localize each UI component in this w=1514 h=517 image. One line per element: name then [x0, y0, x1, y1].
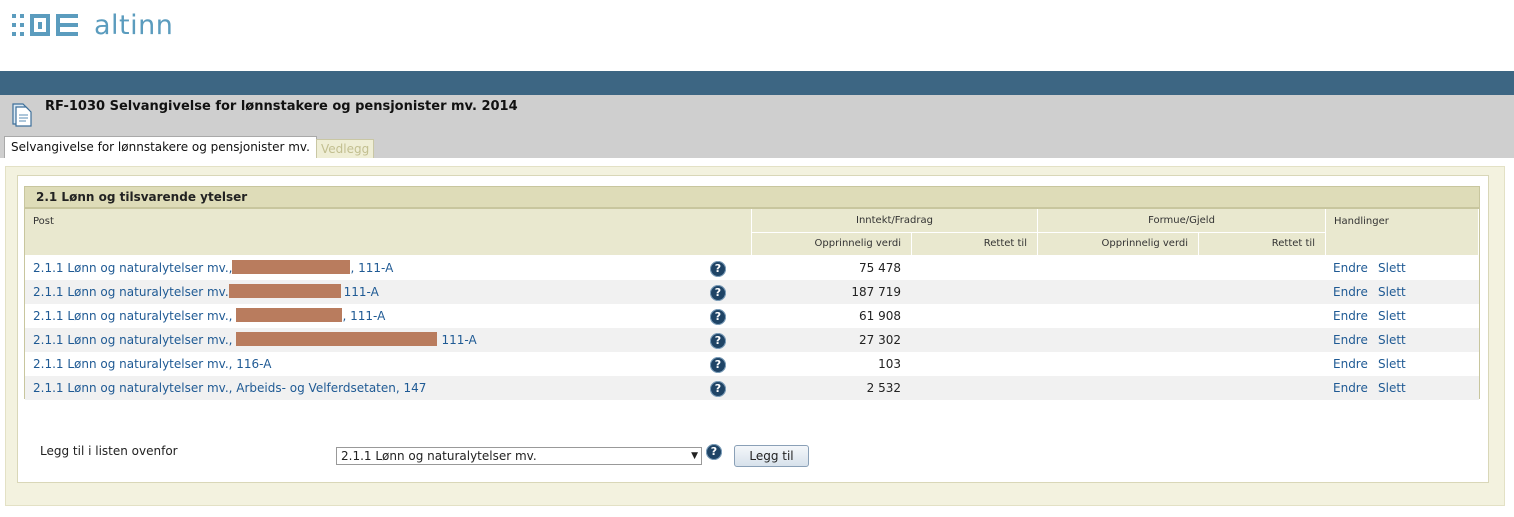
- page: altinn RF-1030 Selvangivelse for lønnsta…: [0, 0, 1514, 517]
- altinn-logo[interactable]: altinn: [12, 9, 174, 41]
- post-type-select[interactable]: 2.1.1 Lønn og naturalytelser mv. ▼: [336, 447, 702, 465]
- help-icon[interactable]: ?: [710, 357, 726, 373]
- table-row: 2.1.1 Lønn og naturalytelser mv., Arbeid…: [25, 376, 1479, 400]
- redacted-block: [228, 284, 341, 298]
- post-type-selected: 2.1.1 Lønn og naturalytelser mv.: [341, 449, 537, 463]
- post-link[interactable]: 2.1.1 Lønn og naturalytelser mv., 111-A: [33, 328, 477, 352]
- column-header-income-corrected: Rettet til: [912, 233, 1038, 255]
- tab-vedlegg[interactable]: Vedlegg: [316, 139, 375, 158]
- form-title: RF-1030 Selvangivelse for lønnstakere og…: [45, 99, 518, 114]
- section-panel: 2.1 Lønn og tilsvarende ytelser Post Inn…: [17, 175, 1489, 483]
- post-link-suffix: 111-A: [343, 285, 379, 299]
- post-link-text: 2.1.1 Lønn og naturalytelser mv.,: [33, 261, 233, 275]
- post-link-suffix: , 111-A: [342, 309, 386, 323]
- original-value: 2 532: [866, 381, 901, 395]
- column-header-wealth-corrected: Rettet til: [1199, 233, 1326, 255]
- help-icon[interactable]: ?: [710, 285, 726, 301]
- redacted-block: [236, 332, 438, 346]
- post-link-text: 2.1.1 Lønn og naturalytelser mv.,: [33, 309, 233, 323]
- column-header-actions: Handlinger: [1326, 209, 1479, 255]
- top-nav-bar: [0, 71, 1514, 95]
- posts-table: Post Inntekt/Fradrag Formue/Gjeld Handli…: [24, 208, 1480, 400]
- header: altinn: [0, 0, 1514, 71]
- table-row: 2.1.1 Lønn og naturalytelser mv. 111-A ? …: [25, 280, 1479, 304]
- post-link[interactable]: 2.1.1 Lønn og naturalytelser mv. 111-A: [33, 280, 379, 304]
- post-link-text: 2.1.1 Lønn og naturalytelser mv.,: [33, 333, 233, 347]
- original-value: 103: [878, 357, 901, 371]
- add-button[interactable]: Legg til: [734, 445, 809, 467]
- table-row: 2.1.1 Lønn og naturalytelser mv., 111-A ?…: [25, 328, 1479, 352]
- edit-link[interactable]: Endre: [1333, 328, 1368, 352]
- column-header-wealth: Formue/Gjeld: [1038, 209, 1326, 233]
- delete-link[interactable]: Slett: [1378, 304, 1406, 328]
- edit-link[interactable]: Endre: [1333, 256, 1368, 280]
- help-icon[interactable]: ?: [706, 444, 722, 460]
- original-value: 27 302: [859, 333, 901, 347]
- help-icon[interactable]: ?: [710, 309, 726, 325]
- delete-link[interactable]: Slett: [1378, 328, 1406, 352]
- delete-link[interactable]: Slett: [1378, 352, 1406, 376]
- help-icon[interactable]: ?: [710, 381, 726, 397]
- delete-link[interactable]: Slett: [1378, 256, 1406, 280]
- original-value: 61 908: [859, 309, 901, 323]
- original-value: 187 719: [851, 285, 901, 299]
- help-icon[interactable]: ?: [710, 333, 726, 349]
- post-link[interactable]: 2.1.1 Lønn og naturalytelser mv., , 111-A: [33, 304, 385, 328]
- column-header-wealth-original: Opprinnelig verdi: [1038, 233, 1199, 255]
- post-link[interactable]: 2.1.1 Lønn og naturalytelser mv., , 111-A: [33, 256, 393, 280]
- edit-link[interactable]: Endre: [1333, 304, 1368, 328]
- post-link-suffix: 111-A: [441, 333, 477, 347]
- post-link-text: 2.1.1 Lønn og naturalytelser mv.: [33, 285, 229, 299]
- help-icon[interactable]: ?: [710, 261, 726, 277]
- content-area: 2.1 Lønn og tilsvarende ytelser Post Inn…: [5, 166, 1505, 506]
- post-link-suffix: , 111-A: [350, 261, 394, 275]
- document-icon: [12, 103, 32, 127]
- table-row: 2.1.1 Lønn og naturalytelser mv., , 111-A…: [25, 304, 1479, 328]
- edit-link[interactable]: Endre: [1333, 352, 1368, 376]
- edit-link[interactable]: Endre: [1333, 280, 1368, 304]
- original-value: 75 478: [859, 261, 901, 275]
- column-header-income: Inntekt/Fradrag: [752, 209, 1038, 233]
- form-header: RF-1030 Selvangivelse for lønnstakere og…: [0, 95, 1514, 158]
- add-label: Legg til i listen ovenfor: [40, 444, 178, 458]
- section-title: 2.1 Lønn og tilsvarende ytelser: [24, 186, 1480, 208]
- dropdown-arrow-icon: ▼: [691, 451, 698, 461]
- post-link[interactable]: 2.1.1 Lønn og naturalytelser mv., Arbeid…: [33, 376, 426, 400]
- altinn-logo-icon: [12, 14, 78, 36]
- delete-link[interactable]: Slett: [1378, 376, 1406, 400]
- table-row: 2.1.1 Lønn og naturalytelser mv., 116-A …: [25, 352, 1479, 376]
- column-header-post: Post: [25, 209, 752, 255]
- tab-selvangivelse[interactable]: Selvangivelse for lønnstakere og pensjon…: [4, 136, 317, 158]
- post-link[interactable]: 2.1.1 Lønn og naturalytelser mv., 116-A: [33, 352, 271, 376]
- edit-link[interactable]: Endre: [1333, 376, 1368, 400]
- column-header-income-original: Opprinnelig verdi: [752, 233, 912, 255]
- redacted-block: [232, 260, 351, 274]
- delete-link[interactable]: Slett: [1378, 280, 1406, 304]
- table-row: 2.1.1 Lønn og naturalytelser mv., , 111-A…: [25, 256, 1479, 280]
- redacted-block: [236, 308, 343, 322]
- brand-name: altinn: [94, 9, 174, 41]
